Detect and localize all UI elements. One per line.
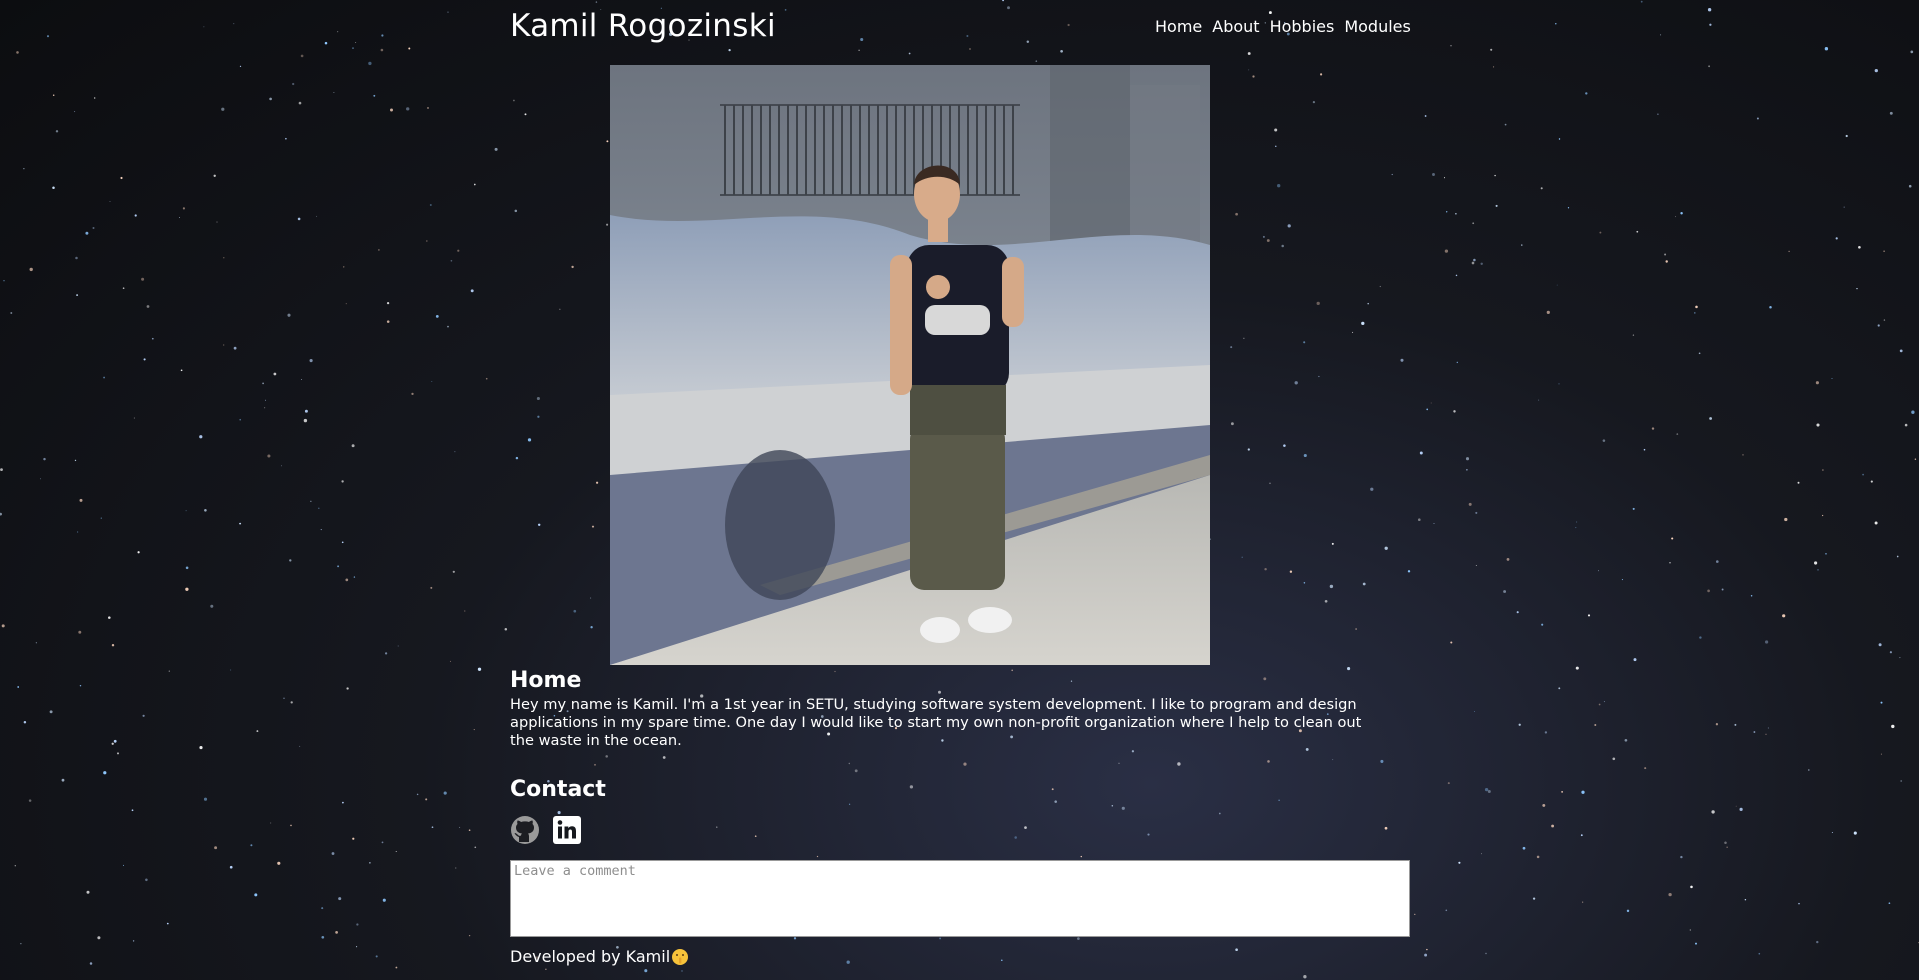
nav-link-modules[interactable]: Modules: [1344, 17, 1411, 36]
site-title: Kamil Rogozinski: [510, 8, 776, 44]
nav-link-about[interactable]: About: [1212, 17, 1259, 36]
profile-photo: [610, 65, 1210, 665]
shushing-face-icon: [671, 948, 689, 966]
page-container: Kamil Rogozinski Home About Hobbies Modu…: [510, 0, 1411, 966]
footer-credit: Developed by Kamil: [510, 947, 671, 966]
contact-heading: Contact: [510, 777, 606, 802]
home-intro-text: Hey my name is Kamil. I'm a 1st year in …: [510, 696, 1362, 749]
home-heading: Home: [510, 668, 582, 693]
nav-link-home[interactable]: Home: [1155, 17, 1202, 36]
linkedin-icon[interactable]: [552, 815, 582, 845]
header: Kamil Rogozinski Home About Hobbies Modu…: [510, 0, 1411, 62]
footer: Developed by Kamil: [510, 947, 689, 966]
comment-textarea[interactable]: [510, 860, 1410, 937]
github-icon[interactable]: [510, 815, 540, 845]
main-nav: Home About Hobbies Modules: [1155, 17, 1411, 36]
contact-icons: [510, 815, 582, 845]
nav-link-hobbies[interactable]: Hobbies: [1270, 17, 1335, 36]
